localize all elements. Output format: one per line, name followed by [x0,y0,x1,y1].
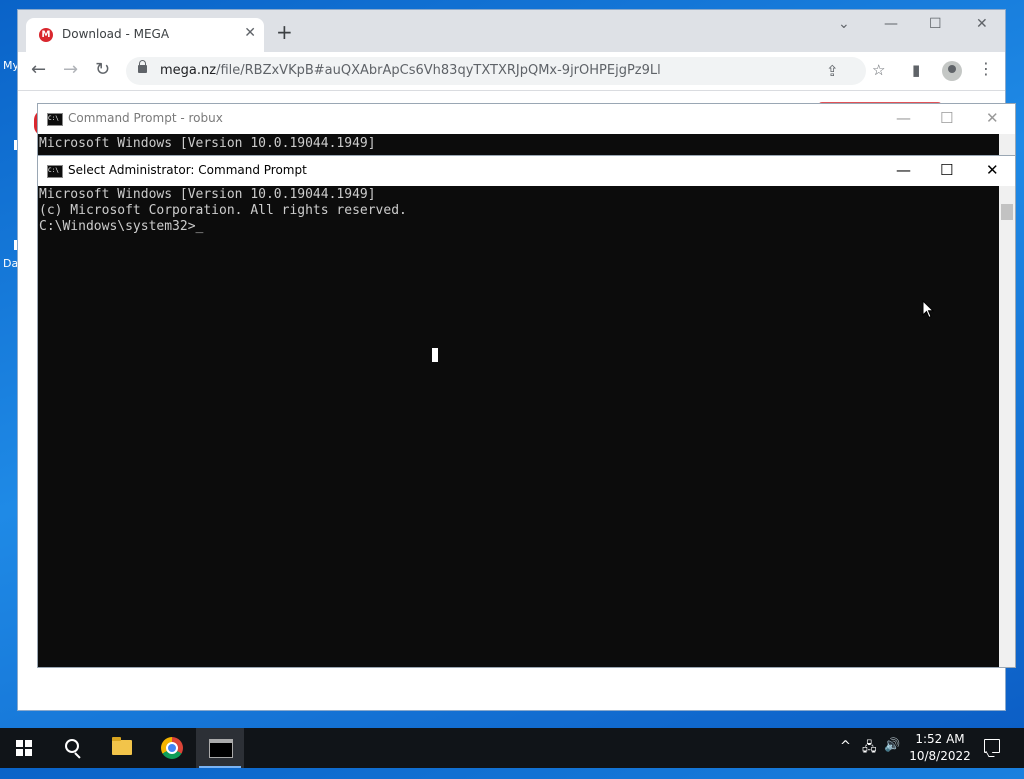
back-icon[interactable]: ← [31,60,46,80]
show-hidden-icons-chevron-icon[interactable]: ^ [840,739,851,779]
console-line: (c) Microsoft Corporation. All rights re… [39,203,407,218]
windows-logo-icon [16,740,32,756]
address-bar[interactable]: mega.nz/file/RBZxVKpB#auQXAbrApCs6Vh83qy… [126,57,866,85]
cmd-icon: C:\ [47,113,63,126]
console-titlebar[interactable]: C:\ Select Administrator: Command Prompt… [38,156,1015,186]
side-panel-icon[interactable]: ▮ [912,61,920,79]
url-text[interactable]: mega.nz/file/RBZxVKpB#auQXAbrApCs6Vh83qy… [160,63,661,78]
tab-mega[interactable]: M Download - MEGA ✕ [26,18,264,52]
cmd-icon: C:\ [47,165,63,178]
search-button[interactable] [48,728,96,768]
mouse-pointer-icon [922,300,934,319]
reload-icon[interactable]: ↻ [95,60,110,80]
console-titlebar[interactable]: C:\ Command Prompt - robux — ☐ ✕ [38,104,1015,134]
notification-center-icon[interactable] [984,739,1000,753]
close-button[interactable]: ✕ [976,16,988,32]
tab-close-icon[interactable]: ✕ [244,25,256,41]
scrollbar[interactable] [999,186,1015,667]
maximize-button[interactable]: ☐ [940,161,953,179]
minimize-button[interactable]: — [896,109,911,127]
maximize-button[interactable]: ☐ [940,109,953,127]
new-tab-button[interactable]: + [276,22,293,42]
minimize-button[interactable]: — [896,161,911,179]
close-button[interactable]: ✕ [986,161,999,179]
taskbar: ^ 🖧 🔊 1:52 AM 10/8/2022 [0,728,1024,768]
file-explorer-taskbar-button[interactable] [98,728,146,768]
console-prompt: C:\Windows\system32>_ [39,219,204,234]
console-title: Select Administrator: Command Prompt [68,163,307,177]
clock-date: 10/8/2022 [909,749,971,763]
close-button[interactable]: ✕ [986,109,999,127]
console-window-robux: C:\ Command Prompt - robux — ☐ ✕ Microso… [38,104,1015,164]
console-line: Microsoft Windows [Version 10.0.19044.19… [39,136,376,151]
minimize-button[interactable]: — [884,16,898,32]
profile-avatar[interactable] [942,61,962,81]
chrome-icon [161,737,183,759]
volume-icon[interactable]: 🔊 [884,738,900,778]
lock-icon[interactable] [138,60,147,73]
search-icon [65,739,79,753]
chrome-taskbar-button[interactable] [148,728,196,768]
browser-toolbar: ← → ↻ mega.nz/file/RBZxVKpB#auQXAbrApCs6… [18,52,1005,91]
forward-icon[interactable]: → [63,60,78,80]
cmd-taskbar-button[interactable] [196,728,244,768]
tab-strip: M Download - MEGA ✕ + ⌄ — ☐ ✕ [18,10,1005,52]
network-icon[interactable]: 🖧 [862,738,877,778]
share-icon[interactable]: ⇪ [826,62,839,80]
url-domain: mega.nz [160,63,217,78]
console-line: Microsoft Windows [Version 10.0.19044.19… [39,187,376,202]
console-window-admin: C:\ Select Administrator: Command Prompt… [38,156,1015,667]
desktop-icon-label[interactable]: Da [3,257,18,270]
console-output[interactable]: Microsoft Windows [Version 10.0.19044.19… [39,187,407,235]
tab-search-icon[interactable]: ⌄ [838,16,850,32]
system-clock[interactable]: 1:52 AM 10/8/2022 [908,731,972,765]
terminal-icon [209,739,233,758]
console-output: Microsoft Windows [Version 10.0.19044.19… [39,136,376,152]
folder-icon [112,737,132,755]
bookmark-star-icon[interactable]: ☆ [872,61,885,79]
menu-icon[interactable]: ⋮ [978,59,994,78]
url-path: /file/RBZxVKpB#auQXAbrApCs6Vh83qyTXTXRJp… [216,63,661,78]
start-button[interactable] [0,728,48,768]
scrollbar-thumb[interactable] [1001,204,1013,220]
desktop-icon-label[interactable]: My [3,59,19,72]
mega-favicon-icon: M [39,28,53,42]
clock-time: 1:52 AM [915,732,965,746]
text-cursor-icon [432,348,438,362]
maximize-button[interactable]: ☐ [929,16,942,32]
tab-title: Download - MEGA [62,27,170,41]
console-title: Command Prompt - robux [68,111,223,125]
